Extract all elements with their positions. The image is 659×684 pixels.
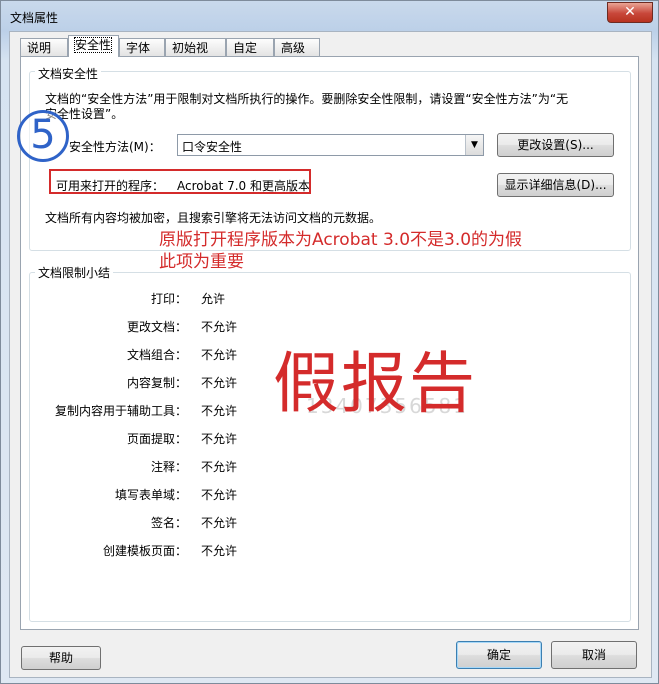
tab-label: 字体 <box>126 41 151 55</box>
restriction-value: 不允许 <box>201 348 238 362</box>
restriction-value: 不允许 <box>201 404 238 418</box>
restriction-label: 填写表单域： <box>114 488 187 502</box>
chevron-down-icon[interactable]: ▼ <box>465 135 483 155</box>
security-method-value: 口令安全性 <box>182 140 243 154</box>
cancel-button[interactable]: 取消 <box>551 641 637 669</box>
help-button[interactable]: 帮助 <box>21 646 101 670</box>
restriction-value: 不允许 <box>201 376 238 390</box>
security-description-line1: 文档的“安全性方法”用于限制对文档所执行的操作。要删除安全性限制，请设置“安全性… <box>45 92 569 106</box>
close-button[interactable]: ✕ <box>607 2 653 23</box>
highlight-box <box>49 169 311 194</box>
security-method-select[interactable]: 口令安全性 ▼ <box>177 134 484 156</box>
restriction-label: 页面提取： <box>126 432 187 446</box>
ok-button[interactable]: 确定 <box>456 641 542 669</box>
restriction-value: 不允许 <box>201 516 238 530</box>
encryption-note: 文档所有内容均被加密，且搜索引擎将无法访问文档的元数据。 <box>45 211 382 225</box>
restriction-value: 不允许 <box>201 488 238 502</box>
tab-description[interactable]: 说明 <box>20 38 68 56</box>
security-method-label: 安全性方法(M)： <box>69 140 161 154</box>
restriction-value: 不允许 <box>201 460 238 474</box>
tab-security[interactable]: 安全性 <box>68 35 119 57</box>
restriction-value: 不允许 <box>201 432 238 446</box>
tab-label: 说明 <box>27 41 52 55</box>
tab-advanced[interactable]: 高级 <box>274 38 320 56</box>
window-title: 文档属性 <box>10 11 59 25</box>
restriction-label: 文档组合： <box>126 348 187 362</box>
tab-initial-view[interactable]: 初始视图 <box>165 38 226 73</box>
show-details-button[interactable]: 显示详细信息(D)... <box>497 173 614 197</box>
tab-label: 高级 <box>281 41 306 55</box>
restriction-label: 注释： <box>150 460 187 474</box>
circled-number-badge: 5 <box>17 110 69 162</box>
restriction-label: 创建模板页面： <box>102 544 187 558</box>
restriction-label: 复制内容用于辅助工具： <box>54 404 187 418</box>
tab-custom[interactable]: 自定义 <box>226 38 274 73</box>
restriction-value: 不允许 <box>201 320 238 334</box>
annotation-note-line2: 此项为重要 <box>159 252 244 272</box>
fake-report-watermark: 假报告 <box>273 345 477 422</box>
restrictions-summary-group <box>29 272 631 622</box>
restriction-value: 允许 <box>201 292 226 306</box>
document-security-group-label: 文档安全性 <box>35 65 102 82</box>
annotation-note-line1: 原版打开程序版本为Acrobat 3.0不是3.0的为假 <box>159 230 523 250</box>
tab-label: 安全性 <box>73 37 113 53</box>
restriction-label: 签名： <box>150 516 187 530</box>
change-settings-button[interactable]: 更改设置(S)... <box>497 133 614 157</box>
restrictions-summary-group-label: 文档限制小结 <box>35 264 114 281</box>
tab-fonts[interactable]: 字体 <box>119 38 165 56</box>
restriction-label: 更改文档： <box>126 320 187 334</box>
restriction-label: 打印： <box>150 292 187 306</box>
restriction-label: 内容复制： <box>126 376 187 390</box>
restriction-value: 不允许 <box>201 544 238 558</box>
annotation-note: 原版打开程序版本为Acrobat 3.0不是3.0的为假 此项为重要 <box>159 229 522 273</box>
